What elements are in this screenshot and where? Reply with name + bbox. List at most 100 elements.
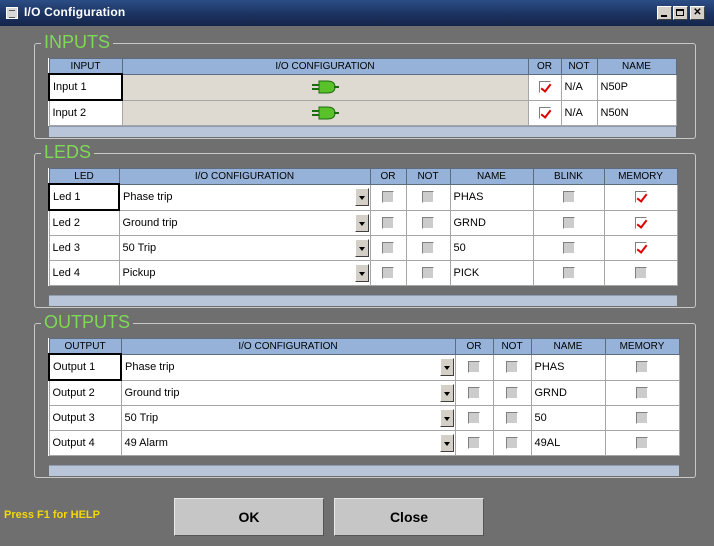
col-header-input[interactable]: INPUT (48, 58, 123, 75)
memory-checkbox[interactable] (634, 242, 647, 255)
blink-checkbox[interactable] (562, 191, 575, 204)
or-checkbox-cell[interactable] (454, 353, 494, 381)
led-label[interactable]: Led 3 (48, 235, 120, 261)
not-checkbox-cell[interactable] (405, 183, 451, 211)
not-checkbox-cell[interactable] (492, 430, 532, 456)
input-label[interactable]: Input 1 (48, 73, 123, 101)
or-checkbox-cell[interactable] (454, 405, 494, 431)
chevron-down-icon[interactable] (354, 239, 369, 257)
not-checkbox[interactable] (422, 191, 434, 204)
not-checkbox-cell[interactable] (405, 235, 451, 261)
led-label[interactable]: Led 4 (48, 260, 120, 286)
chevron-down-icon[interactable] (354, 187, 369, 206)
maximize-button[interactable] (673, 6, 688, 20)
blink-checkbox[interactable] (562, 267, 575, 280)
col-header-io-config[interactable]: I/O CONFIGURATION (118, 168, 371, 185)
or-checkbox[interactable] (538, 81, 551, 94)
io-config-dropdown[interactable]: Pickup (118, 260, 371, 286)
not-checkbox[interactable] (506, 412, 518, 425)
memory-checkbox-cell[interactable] (603, 183, 678, 211)
memory-checkbox-cell[interactable] (603, 260, 678, 286)
outputs-scrollbar[interactable] (49, 465, 679, 476)
name-value[interactable]: GRND (449, 209, 534, 236)
app-icon[interactable] (6, 7, 18, 19)
memory-checkbox-cell[interactable] (603, 235, 678, 261)
io-config-dropdown[interactable]: Phase trip (118, 183, 371, 211)
chevron-down-icon[interactable] (439, 383, 454, 402)
output-label[interactable]: Output 4 (48, 430, 122, 456)
name-value[interactable]: N50N (596, 99, 677, 126)
or-checkbox[interactable] (468, 361, 480, 374)
inputs-scrollbar[interactable] (49, 126, 676, 137)
name-value[interactable]: PHAS (530, 353, 606, 381)
io-config-dropdown[interactable]: Ground trip (120, 379, 456, 406)
col-header-memory[interactable]: MEMORY (604, 338, 680, 355)
or-checkbox-cell[interactable] (369, 260, 407, 286)
col-header-name[interactable]: NAME (596, 58, 677, 75)
or-checkbox-cell[interactable] (369, 209, 407, 236)
col-header-or[interactable]: OR (454, 338, 494, 355)
memory-checkbox[interactable] (634, 267, 647, 280)
col-header-blink[interactable]: BLINK (532, 168, 605, 185)
chevron-down-icon[interactable] (439, 409, 454, 427)
chevron-down-icon[interactable] (354, 264, 369, 282)
minimize-button[interactable] (657, 6, 672, 20)
col-header-io-config[interactable]: I/O CONFIGURATION (120, 338, 456, 355)
name-value[interactable]: 50 (530, 405, 606, 431)
or-checkbox[interactable] (468, 437, 480, 450)
close-window-button[interactable]: ✕ (690, 6, 705, 20)
io-config-dropdown[interactable]: Ground trip (118, 209, 371, 236)
led-label[interactable]: Led 1 (48, 183, 120, 211)
close-button[interactable]: Close (334, 498, 484, 536)
memory-checkbox[interactable] (636, 412, 648, 425)
or-checkbox[interactable] (382, 267, 394, 280)
or-checkbox-cell[interactable] (369, 183, 407, 211)
or-checkbox[interactable] (382, 191, 394, 204)
not-checkbox-cell[interactable] (405, 260, 451, 286)
leds-scrollbar[interactable] (49, 295, 677, 306)
memory-checkbox-cell[interactable] (604, 353, 680, 381)
not-checkbox[interactable] (506, 386, 518, 399)
output-label[interactable]: Output 1 (48, 353, 122, 381)
memory-checkbox[interactable] (636, 386, 648, 399)
memory-checkbox-cell[interactable] (604, 405, 680, 431)
or-checkbox-cell[interactable] (369, 235, 407, 261)
blink-checkbox[interactable] (562, 216, 575, 229)
not-checkbox-cell[interactable] (492, 353, 532, 381)
or-checkbox[interactable] (382, 242, 394, 255)
not-checkbox[interactable] (422, 242, 434, 255)
not-checkbox-cell[interactable] (405, 209, 451, 236)
col-header-output[interactable]: OUTPUT (48, 338, 122, 355)
chevron-down-icon[interactable] (354, 213, 369, 232)
output-label[interactable]: Output 3 (48, 405, 122, 431)
or-checkbox[interactable] (468, 386, 480, 399)
col-header-name[interactable]: NAME (449, 168, 534, 185)
name-value[interactable]: 50 (449, 235, 534, 261)
input-label[interactable]: Input 2 (48, 99, 123, 126)
memory-checkbox[interactable] (636, 361, 648, 374)
or-checkbox[interactable] (382, 216, 394, 229)
io-config-dropdown[interactable]: Phase trip (120, 353, 456, 381)
or-checkbox-cell[interactable] (454, 379, 494, 406)
memory-checkbox-cell[interactable] (604, 430, 680, 456)
blink-checkbox-cell[interactable] (532, 260, 605, 286)
name-value[interactable]: GRND (530, 379, 606, 406)
ok-button[interactable]: OK (174, 498, 324, 536)
io-config-dropdown[interactable]: 50 Trip (118, 235, 371, 261)
blink-checkbox-cell[interactable] (532, 183, 605, 211)
col-header-not[interactable]: NOT (405, 168, 451, 185)
memory-checkbox[interactable] (636, 437, 648, 450)
col-header-memory[interactable]: MEMORY (603, 168, 678, 185)
memory-checkbox-cell[interactable] (603, 209, 678, 236)
or-checkbox[interactable] (468, 412, 480, 425)
memory-checkbox-cell[interactable] (604, 379, 680, 406)
chevron-down-icon[interactable] (439, 434, 454, 452)
io-config-cell[interactable] (121, 99, 529, 126)
name-value[interactable]: PICK (449, 260, 534, 286)
io-config-cell[interactable] (121, 73, 529, 101)
col-header-or[interactable]: OR (527, 58, 562, 75)
not-checkbox-cell[interactable] (492, 379, 532, 406)
memory-checkbox[interactable] (634, 191, 647, 204)
or-checkbox-cell[interactable] (454, 430, 494, 456)
blink-checkbox-cell[interactable] (532, 235, 605, 261)
